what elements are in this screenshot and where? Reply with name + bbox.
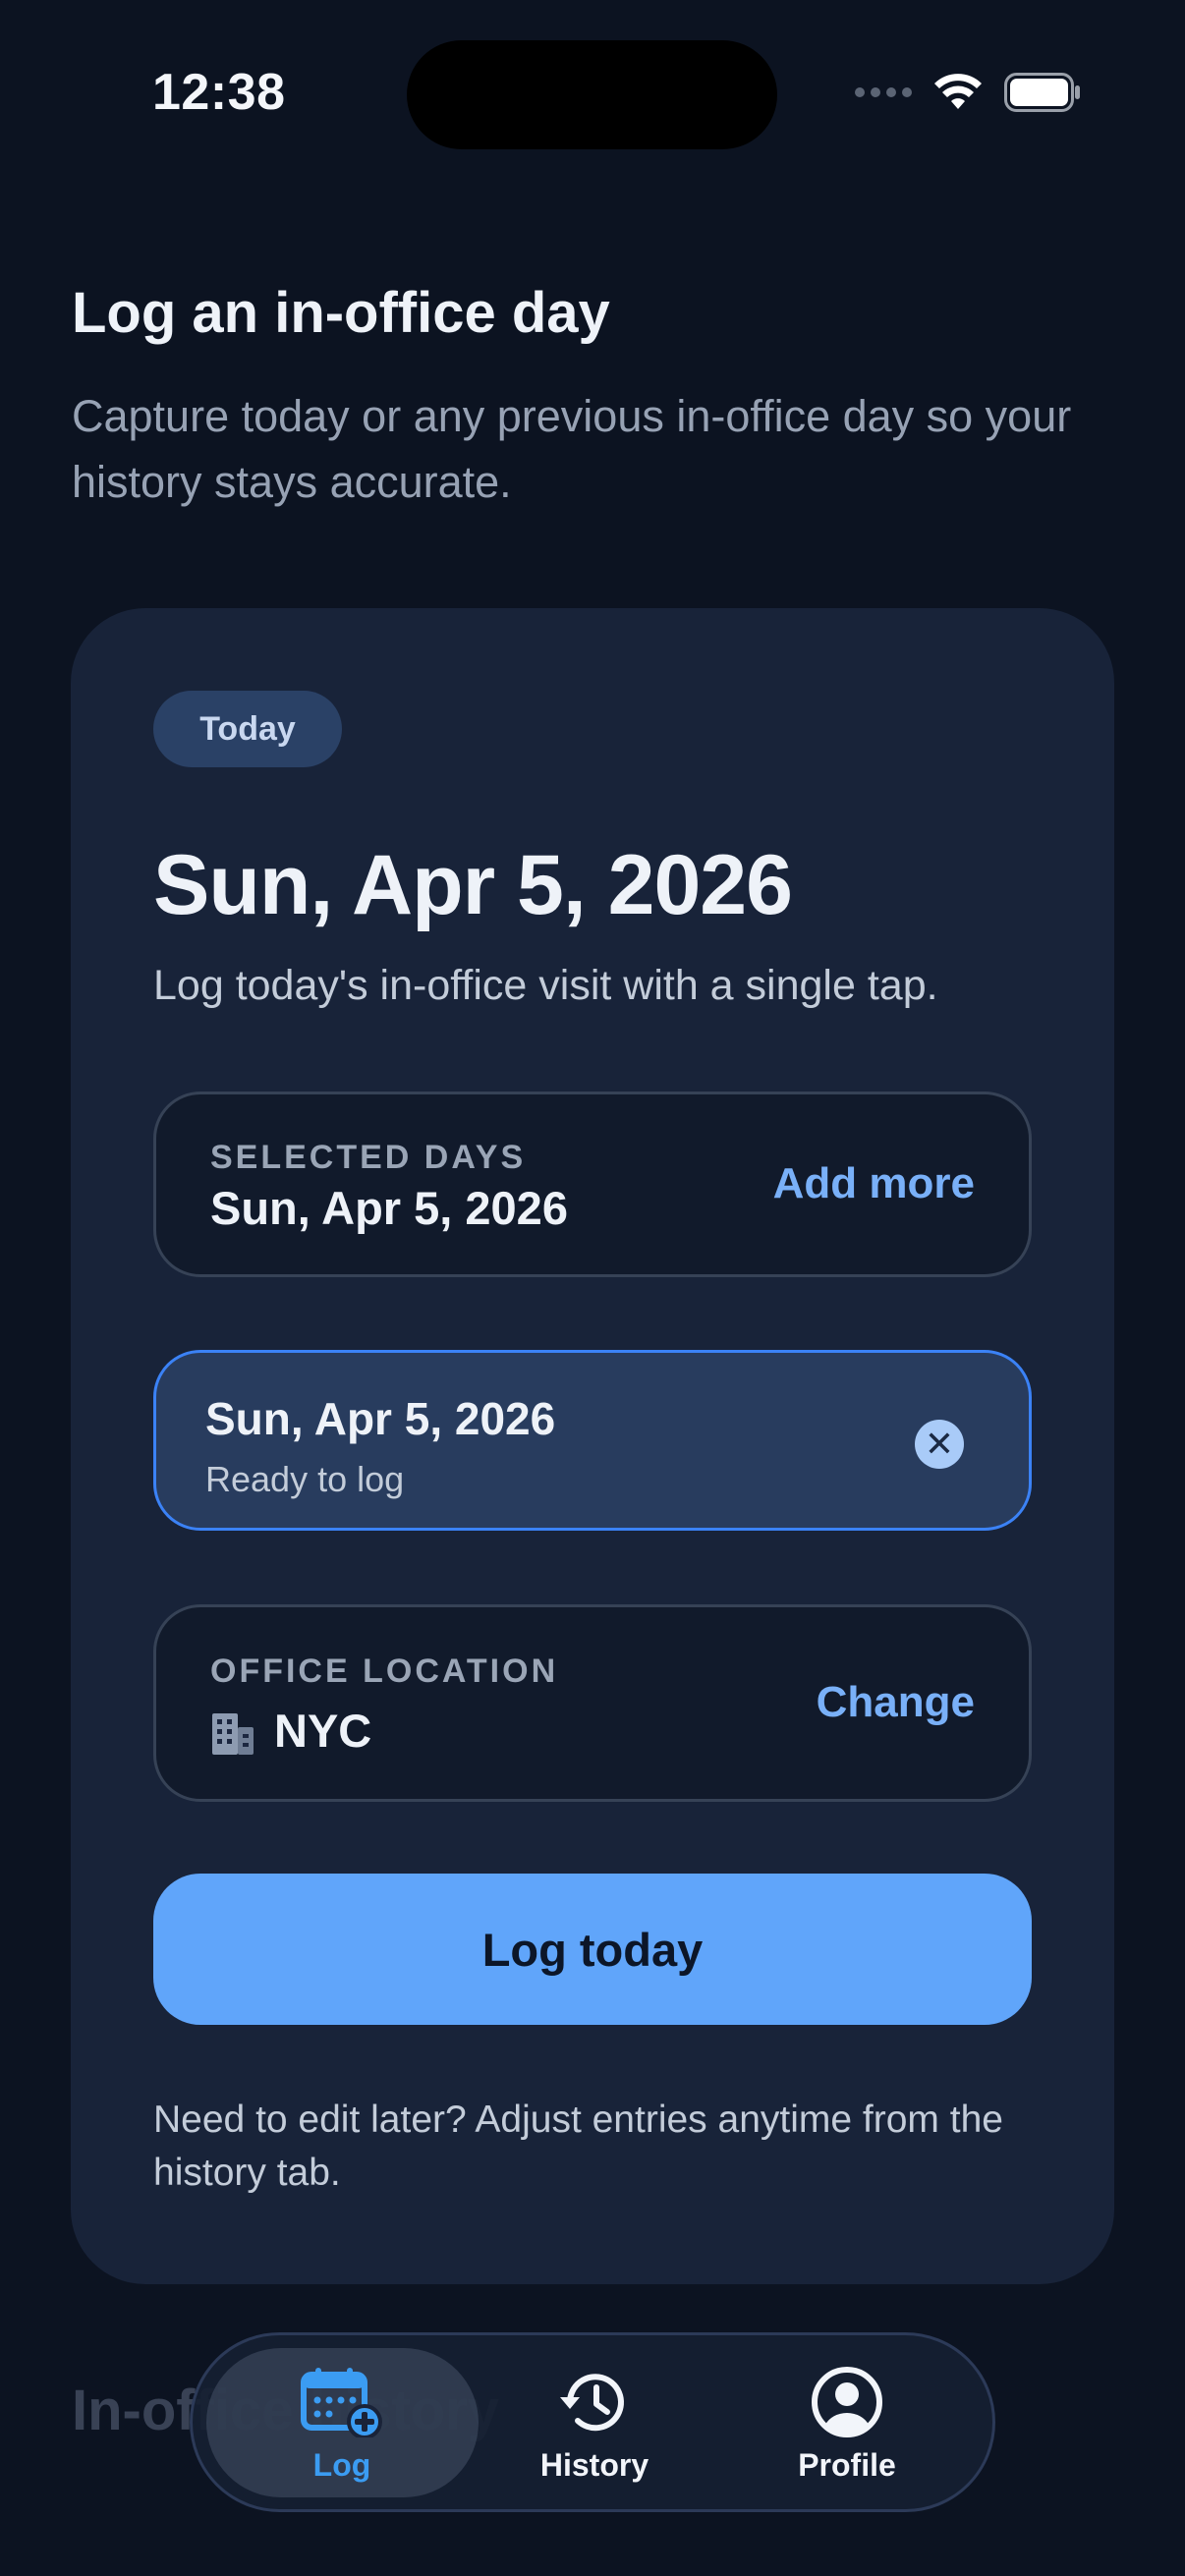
selected-days-box: SELECTED DAYS Sun, Apr 5, 2026 Add more (153, 1092, 1032, 1277)
selected-day-chip[interactable]: Sun, Apr 5, 2026 Ready to log ✕ (153, 1350, 1032, 1531)
tab-history-label: History (539, 2447, 649, 2483)
change-location-button[interactable]: Change (817, 1678, 975, 1727)
calendar-plus-icon (301, 2368, 382, 2437)
status-icons (855, 73, 1081, 112)
tab-history[interactable]: History (472, 2335, 717, 2515)
log-today-button[interactable]: Log today (153, 1874, 1032, 2025)
chip-date: Sun, Apr 5, 2026 (205, 1393, 556, 1444)
add-more-button[interactable]: Add more (773, 1159, 975, 1208)
page-subtitle: Capture today or any previous in-office … (72, 391, 1072, 507)
status-time: 12:38 (152, 64, 286, 121)
selected-days-value: Sun, Apr 5, 2026 (210, 1182, 568, 1234)
page-title: Log an in-office day (72, 281, 610, 345)
tab-profile[interactable]: Profile (724, 2335, 970, 2515)
building-icon (212, 1713, 254, 1755)
office-location-value: NYC (274, 1705, 372, 1757)
office-location-label: OFFICE LOCATION (210, 1652, 559, 1690)
profile-icon (812, 2367, 882, 2437)
screen: 12:38 Log an in-office day Capture today… (0, 0, 1185, 2576)
today-badge: Today (153, 691, 342, 767)
log-card: Today Sun, Apr 5, 2026 Log today's in-of… (71, 608, 1114, 2284)
card-date: Sun, Apr 5, 2026 (153, 838, 793, 932)
history-icon (560, 2374, 624, 2432)
tab-profile-label: Profile (798, 2447, 896, 2483)
dynamic-island (407, 40, 777, 149)
selected-days-label: SELECTED DAYS (210, 1139, 527, 1176)
office-location-box: OFFICE LOCATION NYC Change (153, 1604, 1032, 1802)
chip-status: Ready to log (205, 1459, 405, 1499)
wifi-icon (934, 74, 982, 109)
tab-log-label: Log (312, 2447, 371, 2483)
battery-icon (1004, 73, 1080, 112)
cellular-signal-icon (855, 87, 912, 97)
edit-note: Need to edit later? Adjust entries anyti… (153, 2099, 1003, 2194)
card-description: Log today's in-office visit with a singl… (153, 962, 938, 1009)
tab-log[interactable]: Log (219, 2335, 465, 2515)
tab-bar: Log History Profile (190, 2332, 995, 2512)
remove-day-icon[interactable]: ✕ (915, 1420, 964, 1469)
